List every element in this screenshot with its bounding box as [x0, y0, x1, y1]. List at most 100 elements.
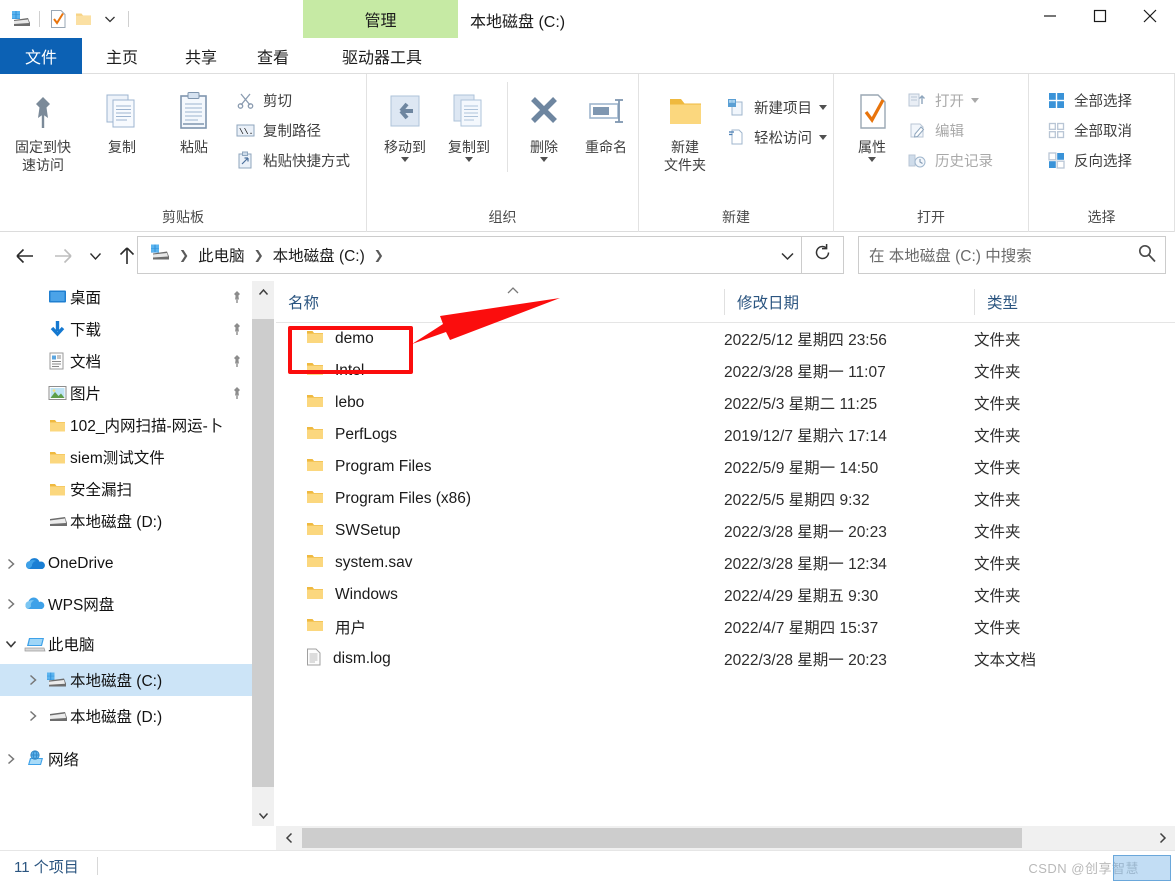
minimize-icon[interactable] [1025, 0, 1075, 32]
sidebar-item-siem-test-files[interactable]: siem测试文件 [0, 441, 252, 473]
tab-drive-tools[interactable]: 驱动器工具 [306, 38, 458, 74]
copy-to-button[interactable]: 复制到 [437, 82, 501, 196]
pin-to-quick-access-button[interactable]: 固定到快 速访问 [0, 82, 86, 196]
sidebar-item-local-disk-d[interactable]: 本地磁盘 (D:) [0, 700, 252, 732]
back-arrow-icon[interactable] [6, 236, 44, 276]
delete-button[interactable]: 删除 [514, 82, 574, 196]
navigation-pane-scrollbar[interactable] [252, 281, 274, 826]
sidebar-item-folder-102[interactable]: 102_内网扫描-网运-卜 [0, 409, 252, 441]
scrollbar-thumb[interactable] [302, 828, 1022, 848]
table-row[interactable]: SWSetup 2022/3/28 星期一 20:23 文件夹 [276, 515, 1175, 547]
paste-shortcut-button[interactable]: 粘贴快捷方式 [230, 145, 354, 175]
tab-home[interactable]: 主页 [82, 38, 162, 74]
close-icon[interactable] [1125, 0, 1175, 32]
maximize-icon[interactable] [1075, 0, 1125, 32]
table-row[interactable]: lebo 2022/5/3 星期二 11:25 文件夹 [276, 387, 1175, 419]
breadcrumb-separator[interactable]: ❯ [249, 248, 269, 262]
scroll-down-icon[interactable] [252, 804, 274, 826]
file-name-cell[interactable]: demo [276, 329, 724, 350]
file-name-cell[interactable]: SWSetup [276, 521, 724, 542]
scroll-up-icon[interactable] [252, 281, 274, 303]
customize-caret-icon[interactable] [97, 7, 123, 31]
chevron-down-icon[interactable] [971, 97, 979, 103]
new-folder-button[interactable]: 新建 文件夹 [649, 82, 721, 196]
file-name-cell[interactable]: Windows [276, 585, 724, 606]
history-button[interactable]: 历史记录 [902, 145, 997, 175]
column-header-date-modified[interactable]: 修改日期 [724, 289, 974, 315]
copy-button[interactable]: 复制 [86, 82, 158, 196]
sidebar-item-pictures[interactable]: 图片 [0, 377, 252, 409]
file-name-cell[interactable]: 用户 [276, 616, 724, 638]
chevron-down-icon[interactable] [819, 134, 827, 140]
file-list-pane[interactable]: 名称 修改日期 类型 demo 2022/5/12 星期四 23:56 文件夹 … [276, 281, 1175, 826]
chevron-down-icon[interactable] [868, 157, 876, 162]
sidebar-item-wps-cloud[interactable]: WPS网盘 [0, 588, 252, 620]
scroll-left-icon[interactable] [276, 826, 302, 850]
new-item-button[interactable]: 新建项目 [721, 92, 831, 122]
address-dropdown-caret-icon[interactable] [780, 249, 795, 267]
properties-icon[interactable] [45, 7, 71, 31]
table-row[interactable]: 用户 2022/4/7 星期四 15:37 文件夹 [276, 611, 1175, 643]
paste-button[interactable]: 粘贴 [158, 82, 230, 196]
column-header-type[interactable]: 类型 [974, 289, 1174, 315]
sidebar-item-security-scan[interactable]: 安全漏扫 [0, 473, 252, 505]
chevron-down-icon[interactable] [819, 104, 827, 110]
breadcrumb-separator[interactable]: ❯ [369, 248, 389, 262]
table-row[interactable]: Program Files (x86) 2022/5/5 星期四 9:32 文件… [276, 483, 1175, 515]
select-all-button[interactable]: 全部选择 [1041, 85, 1136, 115]
pin-icon[interactable] [230, 354, 244, 373]
file-name-cell[interactable]: dism.log [276, 648, 724, 671]
pin-icon[interactable] [230, 322, 244, 341]
file-name-cell[interactable]: Program Files (x86) [276, 489, 724, 510]
open-button[interactable]: 打开 [902, 85, 997, 115]
chevron-right-icon[interactable] [22, 674, 44, 686]
file-list-horizontal-scrollbar[interactable] [276, 826, 1175, 850]
search-input[interactable]: 在 本地磁盘 (C:) 中搜索 [869, 244, 1137, 266]
search-icon[interactable] [1137, 243, 1157, 268]
pin-icon[interactable] [230, 386, 244, 405]
cut-button[interactable]: 剪切 [230, 85, 354, 115]
table-row[interactable]: demo 2022/5/12 星期四 23:56 文件夹 [276, 323, 1175, 355]
file-name-cell[interactable]: Program Files [276, 457, 724, 478]
sidebar-item-this-pc[interactable]: 此电脑 [0, 628, 252, 660]
move-to-button[interactable]: 移动到 [373, 82, 437, 196]
invert-selection-button[interactable]: 反向选择 [1041, 145, 1136, 175]
breadcrumb-separator[interactable]: ❯ [174, 248, 194, 262]
table-row[interactable]: Intel 2022/3/28 星期一 11:07 文件夹 [276, 355, 1175, 387]
search-box[interactable]: 在 本地磁盘 (C:) 中搜索 [858, 236, 1166, 274]
chevron-right-icon[interactable] [22, 710, 44, 722]
breadcrumb-root-icon[interactable] [146, 242, 174, 268]
column-header-name[interactable]: 名称 [276, 289, 724, 315]
refresh-button[interactable] [802, 236, 844, 274]
new-folder-icon[interactable] [71, 7, 97, 31]
navigation-pane[interactable]: 桌面 下载 文档 图片 102_内网扫描-网运-卜 siem测试文件 安全漏扫 … [0, 281, 252, 826]
sidebar-item-documents[interactable]: 文档 [0, 345, 252, 377]
chevron-down-icon[interactable] [0, 639, 22, 649]
tab-file[interactable]: 文件 [0, 38, 82, 74]
table-row[interactable]: Windows 2022/4/29 星期五 9:30 文件夹 [276, 579, 1175, 611]
table-row[interactable]: system.sav 2022/3/28 星期一 12:34 文件夹 [276, 547, 1175, 579]
pin-icon[interactable] [230, 290, 244, 309]
breadcrumb-item-this-pc[interactable]: 此电脑 [194, 242, 249, 268]
chevron-right-icon[interactable] [0, 753, 22, 765]
address-bar[interactable]: ❯ 此电脑 ❯ 本地磁盘 (C:) ❯ [137, 236, 802, 274]
scroll-right-icon[interactable] [1149, 826, 1175, 850]
tab-share[interactable]: 共享 [162, 38, 240, 74]
recent-locations-caret-icon[interactable] [82, 236, 108, 276]
copy-path-button[interactable]: \\.. 复制路径 [230, 115, 354, 145]
sidebar-item-local-disk-d-quick[interactable]: 本地磁盘 (D:) [0, 505, 252, 537]
chevron-down-icon[interactable] [400, 157, 409, 162]
easy-access-button[interactable]: 轻松访问 [721, 122, 831, 152]
file-name-cell[interactable]: PerfLogs [276, 425, 724, 446]
chevron-right-icon[interactable] [0, 598, 22, 610]
sidebar-item-onedrive[interactable]: OneDrive [0, 548, 252, 580]
select-none-button[interactable]: 全部取消 [1041, 115, 1136, 145]
chevron-down-icon[interactable] [539, 157, 548, 162]
breadcrumb-item-local-disk-c[interactable]: 本地磁盘 (C:) [269, 242, 369, 268]
properties-button[interactable]: 属性 [842, 82, 902, 196]
chevron-right-icon[interactable] [0, 558, 22, 570]
tab-view[interactable]: 查看 [240, 38, 306, 74]
file-name-cell[interactable]: Intel [276, 361, 724, 382]
scrollbar-thumb[interactable] [252, 319, 274, 787]
edit-button[interactable]: 编辑 [902, 115, 997, 145]
